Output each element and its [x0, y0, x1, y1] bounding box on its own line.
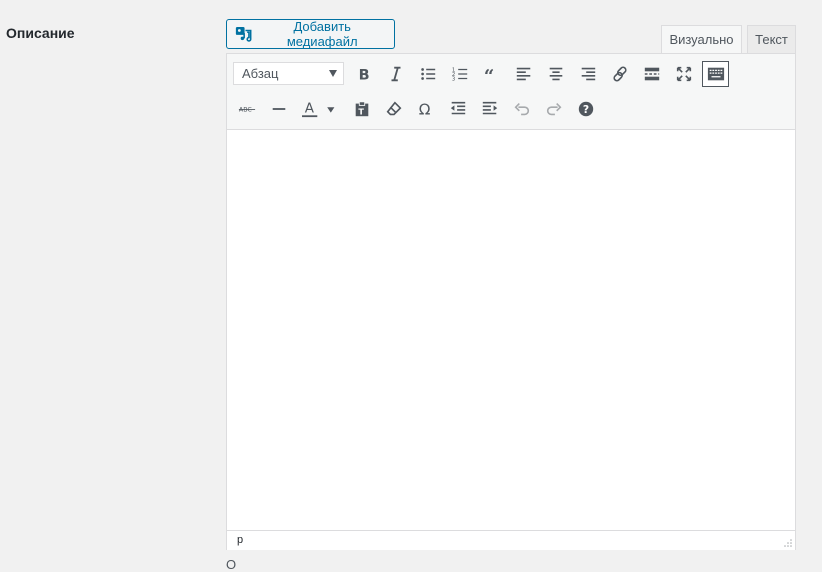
- toolbar-toggle-button[interactable]: [702, 61, 729, 87]
- element-path[interactable]: p: [237, 534, 243, 546]
- outdent-icon: [450, 101, 466, 115]
- bullet-list-icon: [421, 68, 436, 80]
- tab-text-label: Текст: [755, 32, 788, 47]
- text-color-icon: A: [302, 101, 335, 118]
- special-character-icon: Ω: [419, 100, 431, 118]
- help-icon: ?: [578, 101, 594, 117]
- add-media-button[interactable]: Добавить медиафайл: [226, 19, 395, 49]
- tab-visual[interactable]: Визуально: [661, 25, 742, 54]
- tab-text[interactable]: Текст: [747, 25, 796, 54]
- fullscreen-icon: [676, 66, 692, 82]
- svg-text:T: T: [358, 106, 364, 116]
- horizontal-line-button[interactable]: [266, 96, 292, 122]
- bullet-list-button[interactable]: [415, 61, 441, 87]
- strikethrough-button[interactable]: ABC: [234, 96, 260, 122]
- clear-formatting-button[interactable]: [381, 96, 407, 122]
- svg-text:“: “: [484, 66, 494, 83]
- description-hint-text: О: [226, 557, 237, 572]
- chevron-down-icon: [329, 70, 337, 77]
- redo-icon: [546, 103, 562, 116]
- svg-text:?: ?: [583, 103, 589, 116]
- help-button[interactable]: ?: [573, 96, 599, 122]
- svg-text:Ω: Ω: [419, 100, 431, 118]
- indent-icon: [482, 101, 498, 115]
- fullscreen-button[interactable]: [671, 61, 697, 87]
- paste-text-icon: T: [355, 101, 369, 116]
- align-right-button[interactable]: [575, 61, 601, 87]
- text-color-button[interactable]: A: [298, 96, 342, 122]
- align-center-icon: [549, 67, 563, 81]
- italic-icon: [391, 66, 401, 82]
- align-left-button[interactable]: [511, 61, 537, 87]
- field-label: Описание: [6, 25, 75, 41]
- special-character-button[interactable]: Ω: [413, 96, 439, 122]
- editor-statusbar: p: [227, 530, 795, 550]
- undo-button[interactable]: [509, 96, 535, 122]
- numbered-list-icon: 123: [452, 67, 468, 82]
- indent-button[interactable]: [477, 96, 503, 122]
- bold-button[interactable]: B: [351, 61, 377, 87]
- link-icon: [613, 66, 627, 82]
- media-add-icon: [235, 27, 252, 42]
- outdent-button[interactable]: [445, 96, 471, 122]
- align-right-icon: [581, 67, 596, 81]
- numbered-list-button[interactable]: 123: [447, 61, 473, 87]
- paste-text-button[interactable]: T: [349, 96, 375, 122]
- add-media-label: Добавить медиафайл: [286, 19, 358, 49]
- strikethrough-icon: ABC: [239, 107, 256, 114]
- horizontal-line-icon: [272, 108, 286, 110]
- svg-text:B: B: [359, 67, 370, 83]
- italic-button[interactable]: [383, 61, 409, 87]
- format-select[interactable]: Абзац: [233, 62, 344, 85]
- svg-text:3: 3: [452, 76, 455, 82]
- format-select-value: Абзац: [242, 66, 279, 81]
- align-left-icon: [516, 67, 531, 81]
- read-more-button[interactable]: [639, 61, 665, 87]
- svg-text:ABC: ABC: [239, 107, 253, 114]
- bold-icon: B: [359, 67, 370, 83]
- link-button[interactable]: [607, 61, 633, 87]
- blockquote-icon: “: [484, 66, 494, 83]
- redo-button[interactable]: [541, 96, 567, 122]
- editor: Абзац B 123 “ ABC A T Ω ? p: [226, 53, 796, 550]
- svg-text:A: A: [305, 101, 315, 117]
- editor-content-area[interactable]: [227, 130, 795, 530]
- read-more-icon: [644, 67, 660, 81]
- toolbar-toggle-icon: [707, 67, 724, 81]
- blockquote-button[interactable]: “: [479, 61, 505, 87]
- tab-visual-label: Визуально: [669, 32, 734, 47]
- align-center-button[interactable]: [543, 61, 569, 87]
- editor-toolbar: Абзац B 123 “ ABC A T Ω ?: [227, 54, 795, 130]
- resize-handle-icon[interactable]: [783, 538, 792, 547]
- clear-formatting-icon: [386, 101, 402, 116]
- undo-icon: [514, 103, 530, 116]
